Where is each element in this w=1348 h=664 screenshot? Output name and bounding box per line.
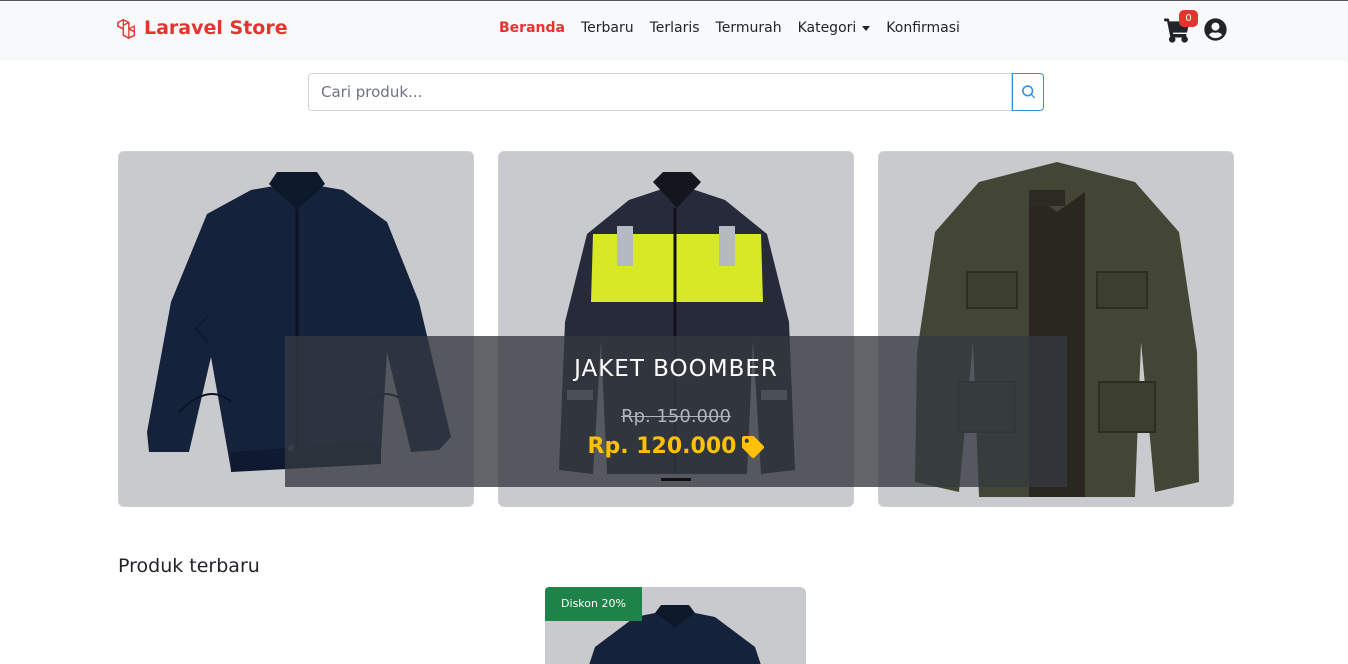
laravel-logo-icon (117, 19, 136, 39)
navbar: Laravel Store Beranda Terbaru Terlaris T… (0, 0, 1348, 58)
caption-title: JAKET BOOMBER (574, 356, 778, 382)
caret-down-icon (862, 25, 871, 31)
price-tag-icon (742, 435, 765, 458)
nav-item-beranda[interactable]: Beranda (499, 20, 565, 36)
nav-item-kategori-label: Kategori (797, 20, 857, 36)
search-button[interactable] (1012, 73, 1044, 111)
section-title: Produk terbaru (118, 555, 260, 577)
carousel-prev-icon[interactable] (192, 314, 212, 344)
search-form (308, 73, 1044, 111)
caption-old-price: Rp. 150.000 (621, 406, 731, 427)
product-carousel: JAKET BOOMBER Rp. 150.000 Rp. 120.000 (118, 151, 1234, 507)
brand-name: Laravel Store (144, 17, 288, 39)
search-icon (1022, 85, 1035, 99)
caption-new-price-row: Rp. 120.000 (285, 434, 1067, 459)
carousel-caption: JAKET BOOMBER Rp. 150.000 Rp. 120.000 (285, 336, 1067, 487)
brand-link[interactable]: Laravel Store (116, 17, 288, 39)
carousel-indicator-active[interactable] (661, 478, 691, 481)
cart-count-badge: 0 (1179, 10, 1198, 27)
caption-new-price: Rp. 120.000 (587, 434, 737, 459)
nav-item-termurah[interactable]: Termurah (716, 20, 782, 36)
search-input[interactable] (308, 73, 1012, 111)
discount-badge: Diskon 20% (545, 587, 642, 621)
user-circle-icon[interactable] (1204, 18, 1227, 41)
nav-item-terlaris[interactable]: Terlaris (650, 20, 700, 36)
nav-menu: Beranda Terbaru Terlaris Termurah Katego… (499, 20, 960, 36)
nav-item-terbaru[interactable]: Terbaru (581, 20, 634, 36)
nav-item-konfirmasi[interactable]: Konfirmasi (886, 20, 960, 36)
nav-item-kategori[interactable]: Kategori (798, 20, 871, 36)
